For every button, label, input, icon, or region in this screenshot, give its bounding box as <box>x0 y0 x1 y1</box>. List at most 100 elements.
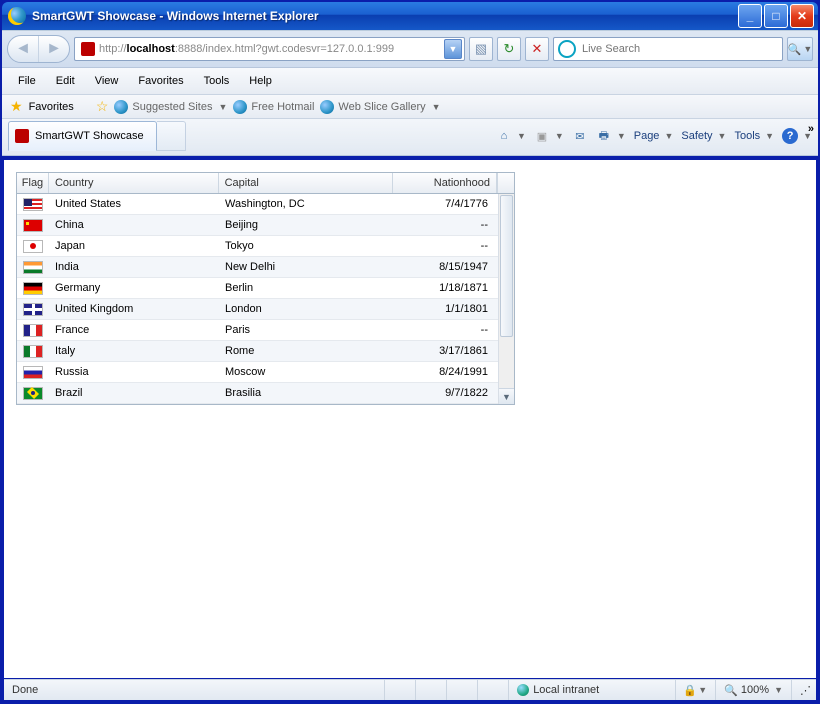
search-input[interactable] <box>580 42 778 56</box>
table-row[interactable]: BrazilBrasilia9/7/1822 <box>17 383 498 404</box>
flag-icon <box>23 345 43 358</box>
status-text: Done <box>4 680 385 700</box>
header-nationhood[interactable]: Nationhood <box>393 173 497 193</box>
header-flag[interactable]: Flag <box>17 173 49 193</box>
minimize-button[interactable]: _ <box>738 4 762 28</box>
menu-favorites[interactable]: Favorites <box>130 72 191 90</box>
cell-flag <box>17 198 49 211</box>
status-bar: Done Local intranet 🔒▼ 🔍 100% ▼ ⋰ <box>4 679 816 700</box>
print-icon: 🖶 <box>596 128 612 144</box>
refresh-button[interactable]: ↻ <box>497 37 521 61</box>
overflow-chevron[interactable]: » <box>808 123 814 135</box>
cell-capital: London <box>219 303 394 315</box>
header-country[interactable]: Country <box>49 173 219 193</box>
header-scroll-spacer <box>497 173 514 193</box>
cell-country: United States <box>49 198 219 210</box>
cell-nationhood: -- <box>394 219 498 231</box>
hotmail-label: Free Hotmail <box>251 101 314 113</box>
command-right: ⌂▼ ▣▼ ✉ 🖶▼ Page▼ Safety▼ Tools▼ ?▼ <box>496 128 812 144</box>
cell-nationhood: 8/15/1947 <box>394 261 498 273</box>
search-box[interactable] <box>553 37 783 61</box>
hotmail-link[interactable]: Free Hotmail <box>233 100 314 114</box>
tools-menu[interactable]: Tools▼ <box>734 130 774 142</box>
cell-country: Germany <box>49 282 219 294</box>
forward-button[interactable]: ► <box>38 36 69 62</box>
menu-bar: File Edit View Favorites Tools Help <box>2 68 818 95</box>
suggested-sites-link[interactable]: Suggested Sites ▼ <box>114 100 227 114</box>
cell-flag <box>17 366 49 379</box>
table-row[interactable]: FranceParis-- <box>17 320 498 341</box>
maximize-button[interactable]: □ <box>764 4 788 28</box>
close-button[interactable]: ✕ <box>790 4 814 28</box>
new-tab-button[interactable] <box>157 121 186 151</box>
scrollbar-thumb[interactable] <box>500 195 513 337</box>
search-button[interactable]: 🔍▼ <box>787 37 813 61</box>
table-row[interactable]: RussiaMoscow8/24/1991 <box>17 362 498 383</box>
scrollbar-track[interactable]: ▼ <box>498 194 514 404</box>
table-row[interactable]: United StatesWashington, DC7/4/1776 <box>17 194 498 215</box>
favorites-label[interactable]: Favorites <box>29 101 74 113</box>
table-row[interactable]: GermanyBerlin1/18/1871 <box>17 278 498 299</box>
table-row[interactable]: IndiaNew Delhi8/15/1947 <box>17 257 498 278</box>
page-label: Page <box>634 130 660 142</box>
mail-icon: ✉ <box>572 128 588 144</box>
cell-flag <box>17 303 49 316</box>
address-bar[interactable]: http://localhost:8888/index.html?gwt.cod… <box>74 37 465 61</box>
page-menu[interactable]: Page▼ <box>634 130 674 142</box>
navigation-bar: ◄ ► http://localhost:8888/index.html?gwt… <box>2 31 818 68</box>
rss-icon: ▣ <box>534 128 550 144</box>
ie-window: SmartGWT Showcase - Windows Internet Exp… <box>0 0 820 704</box>
feeds-button[interactable]: ▣▼ <box>534 128 564 144</box>
scroll-down-button[interactable]: ▼ <box>499 388 514 404</box>
flag-icon <box>23 303 43 316</box>
window-buttons: _ □ ✕ <box>738 4 814 28</box>
menu-edit[interactable]: Edit <box>48 72 83 90</box>
command-bar: SmartGWT Showcase ⌂▼ ▣▼ ✉ 🖶▼ Page▼ Safet… <box>2 119 818 156</box>
protected-mode[interactable]: 🔒▼ <box>676 680 716 700</box>
table-row[interactable]: United KingdomLondon1/1/1801 <box>17 299 498 320</box>
print-button[interactable]: 🖶▼ <box>596 128 626 144</box>
tab-label: SmartGWT Showcase <box>35 130 144 142</box>
tab-favicon <box>15 129 29 143</box>
header-capital[interactable]: Capital <box>219 173 394 193</box>
chevron-down-icon: ▼ <box>219 102 228 112</box>
cell-flag <box>17 282 49 295</box>
status-seg <box>416 680 447 700</box>
titlebar: SmartGWT Showcase - Windows Internet Exp… <box>2 2 818 30</box>
cell-capital: Moscow <box>219 366 394 378</box>
table-row[interactable]: JapanTokyo-- <box>17 236 498 257</box>
menu-help[interactable]: Help <box>241 72 280 90</box>
webslice-link[interactable]: Web Slice Gallery ▼ <box>320 100 440 114</box>
zoom-control[interactable]: 🔍 100% ▼ <box>716 680 792 700</box>
table-row[interactable]: ChinaBeijing-- <box>17 215 498 236</box>
cell-country: Brazil <box>49 387 219 399</box>
safety-menu[interactable]: Safety▼ <box>681 130 726 142</box>
window-title: SmartGWT Showcase - Windows Internet Exp… <box>32 9 738 23</box>
resize-grip[interactable]: ⋰ <box>792 680 816 700</box>
stop-button[interactable]: ✕ <box>525 37 549 61</box>
url-dropdown[interactable]: ▼ <box>444 39 462 59</box>
security-zone[interactable]: Local intranet <box>509 680 676 700</box>
menu-view[interactable]: View <box>87 72 127 90</box>
flag-icon <box>23 261 43 274</box>
table-row[interactable]: ItalyRome3/17/1861 <box>17 341 498 362</box>
tab-active[interactable]: SmartGWT Showcase <box>8 121 157 151</box>
home-button[interactable]: ⌂▼ <box>496 128 526 144</box>
safety-label: Safety <box>681 130 712 142</box>
browser-chrome: ◄ ► http://localhost:8888/index.html?gwt… <box>2 30 818 156</box>
add-fav-icon[interactable]: ☆ <box>96 98 109 115</box>
zoom-icon: 🔍 <box>724 684 738 697</box>
cell-capital: Tokyo <box>219 240 394 252</box>
menu-tools[interactable]: Tools <box>196 72 238 90</box>
cell-nationhood: 7/4/1776 <box>394 198 498 210</box>
lock-icon: 🔒 <box>684 684 696 696</box>
flag-icon <box>23 240 43 253</box>
menu-file[interactable]: File <box>10 72 44 90</box>
content-area: Flag Country Capital Nationhood United S… <box>4 160 816 678</box>
cell-country: Japan <box>49 240 219 252</box>
read-mail-button[interactable]: ✉ <box>572 128 588 144</box>
site-favicon <box>81 42 95 56</box>
compat-view-button[interactable]: ▧ <box>469 37 493 61</box>
ie-icon <box>8 7 26 25</box>
back-button[interactable]: ◄ <box>8 36 38 62</box>
